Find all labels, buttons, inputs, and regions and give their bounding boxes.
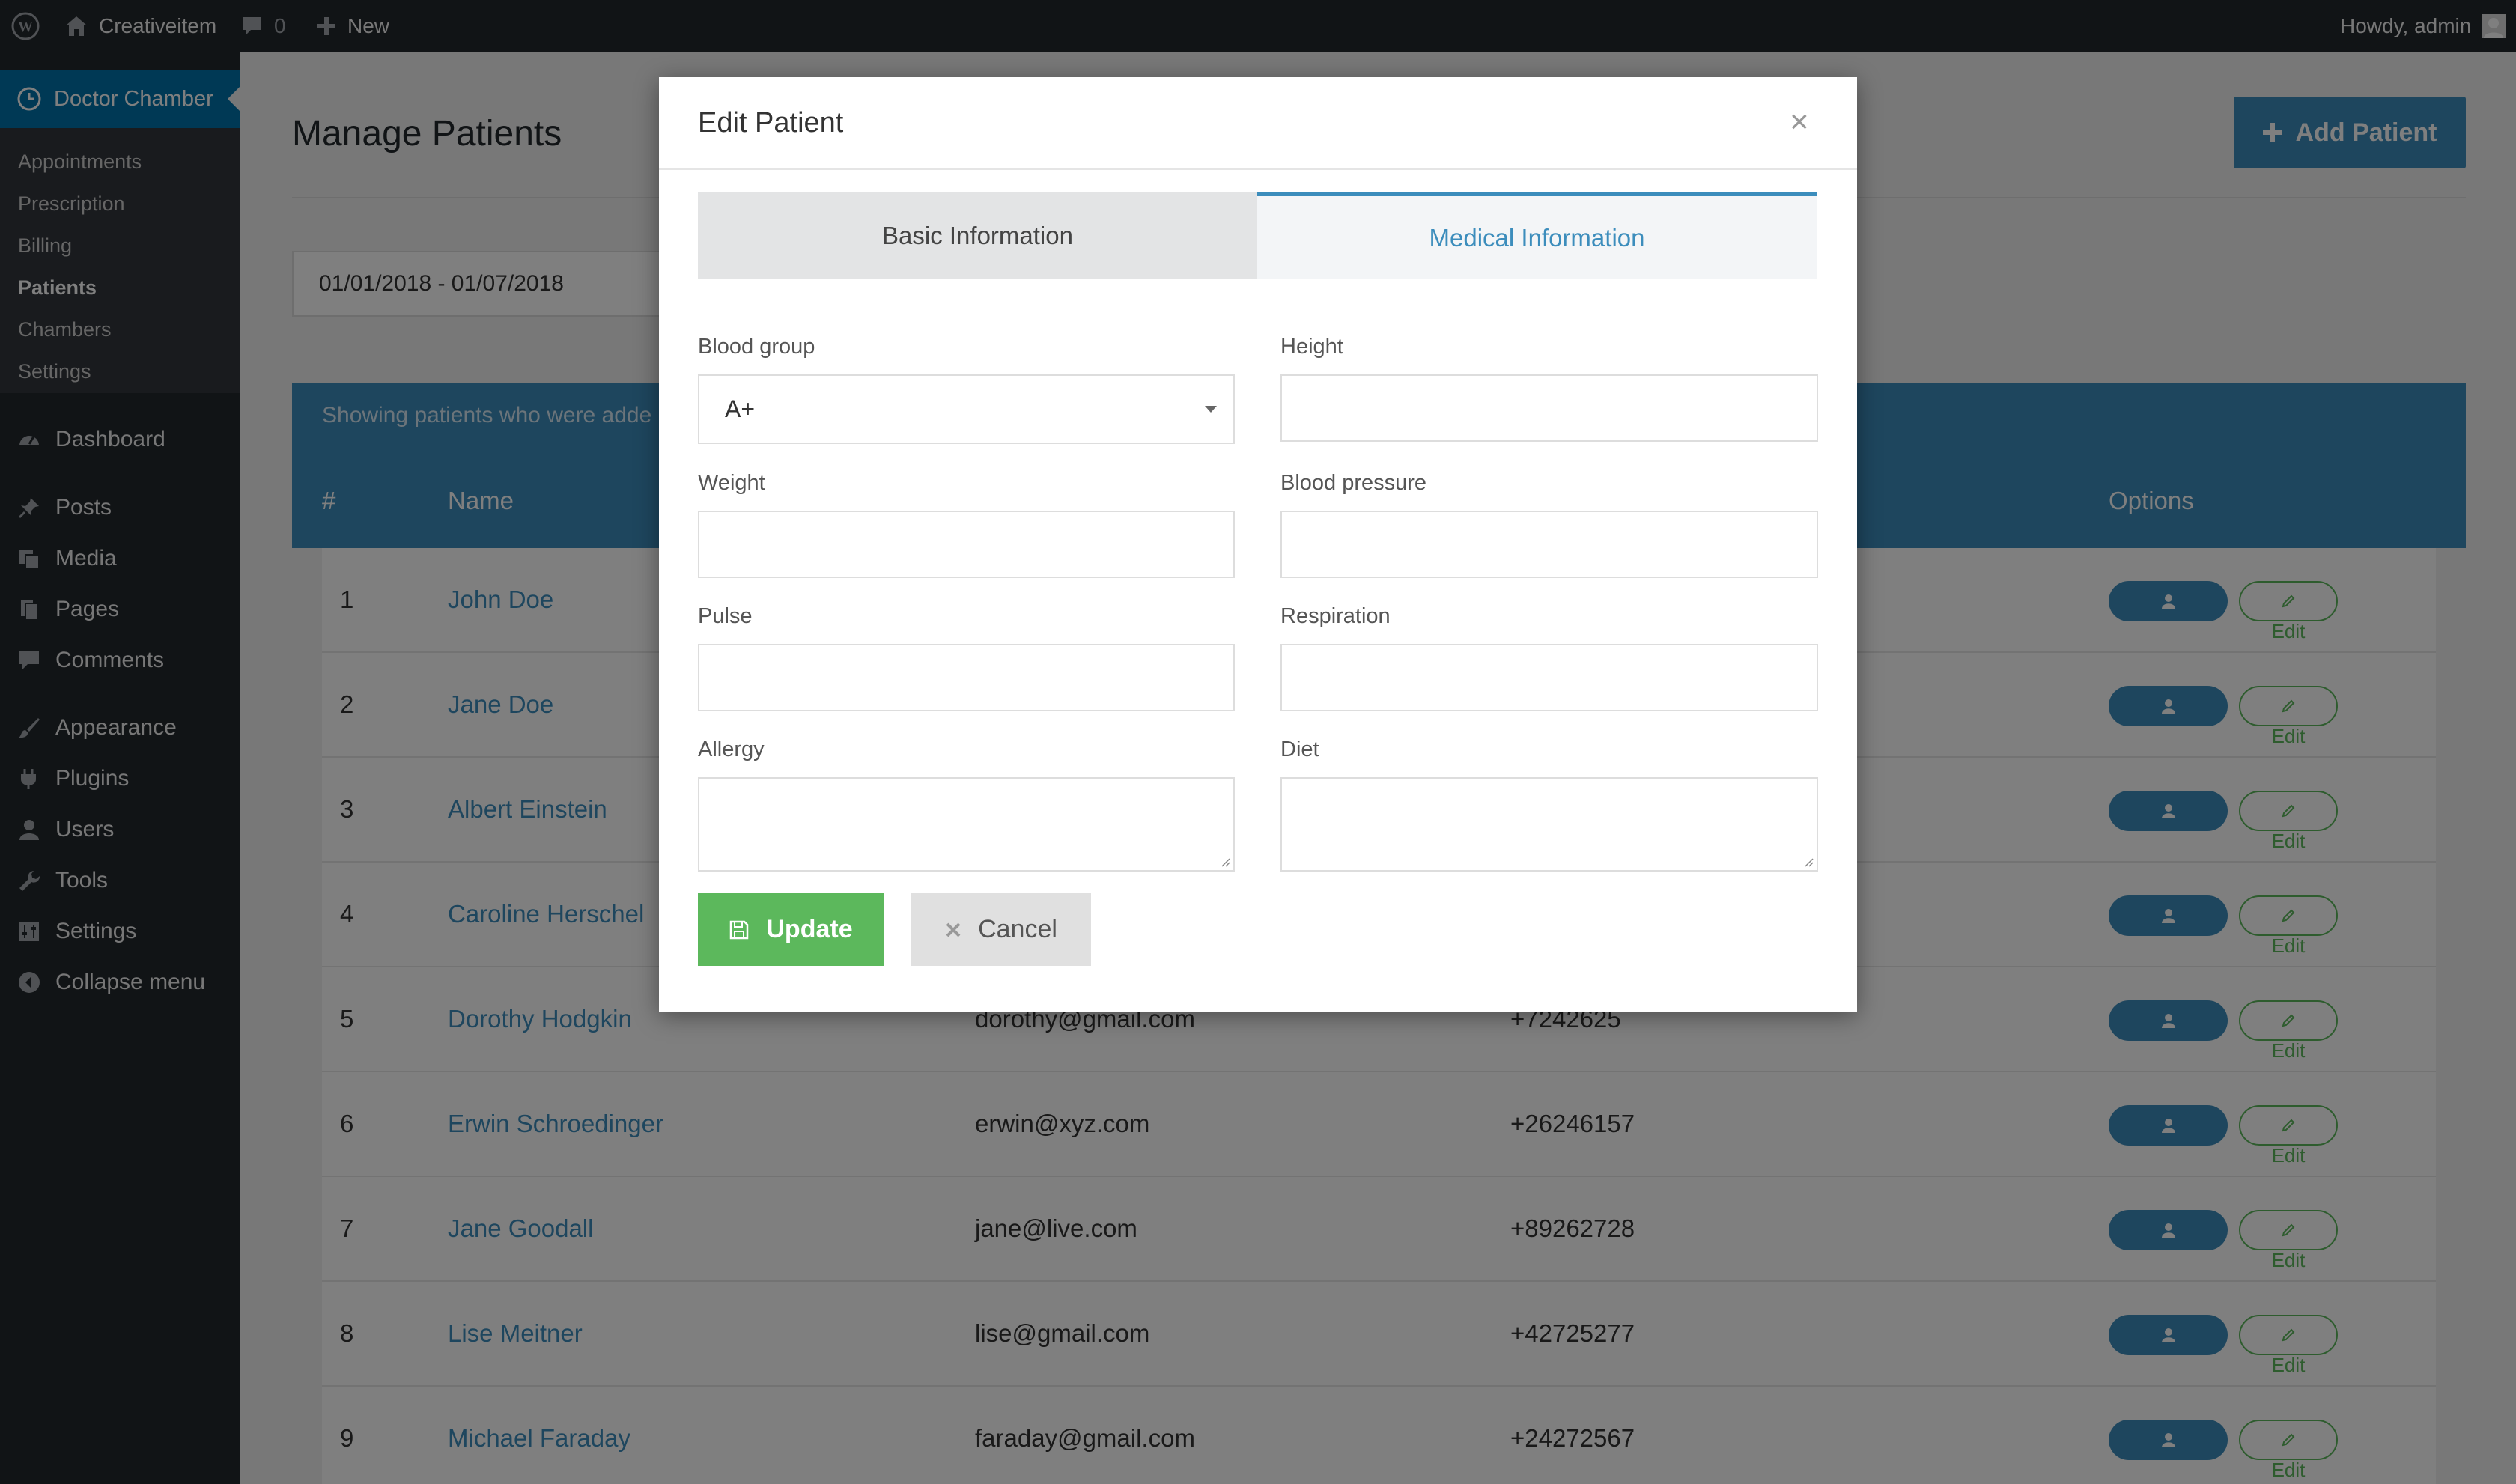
weight-field[interactable]: [698, 511, 1235, 578]
respiration-field[interactable]: [1280, 644, 1818, 711]
blood-group-value: A+: [725, 395, 756, 422]
allergy-textarea[interactable]: [698, 777, 1235, 872]
cancel-button[interactable]: Cancel: [911, 893, 1091, 966]
blood-group-label: Blood group: [698, 335, 815, 359]
blood-pressure-field[interactable]: [1280, 511, 1818, 578]
respiration-label: Respiration: [1280, 604, 1391, 628]
update-button[interactable]: Update: [698, 893, 884, 966]
modal-title: Edit Patient: [698, 107, 844, 139]
blood-group-select[interactable]: A+: [698, 374, 1235, 444]
pulse-label: Pulse: [698, 604, 753, 628]
tab-medical-information[interactable]: Medical Information: [1257, 192, 1817, 279]
floppy-disk-icon: [730, 920, 749, 939]
height-field[interactable]: [1280, 374, 1818, 442]
weight-label: Weight: [698, 471, 765, 495]
diet-label: Diet: [1280, 738, 1319, 761]
diet-textarea[interactable]: [1280, 777, 1818, 872]
resize-grip-icon[interactable]: [1220, 857, 1230, 867]
resize-grip-icon[interactable]: [1803, 857, 1814, 867]
pulse-field[interactable]: [698, 644, 1235, 711]
allergy-label: Allergy: [698, 738, 765, 761]
tab-label: Medical Information: [1429, 223, 1645, 252]
close-icon: [946, 922, 961, 937]
tab-basic-information[interactable]: Basic Information: [698, 192, 1257, 279]
update-label: Update: [766, 915, 853, 943]
close-icon[interactable]: ×: [1790, 106, 1809, 139]
tab-label: Basic Information: [882, 222, 1073, 249]
edit-patient-modal: Edit Patient × Basic Information Medical…: [659, 77, 1857, 1012]
cancel-label: Cancel: [978, 915, 1057, 943]
blood-pressure-label: Blood pressure: [1280, 471, 1427, 495]
height-label: Height: [1280, 335, 1343, 359]
chevron-down-icon: [1205, 406, 1217, 413]
modal-header: Edit Patient ×: [659, 77, 1857, 170]
